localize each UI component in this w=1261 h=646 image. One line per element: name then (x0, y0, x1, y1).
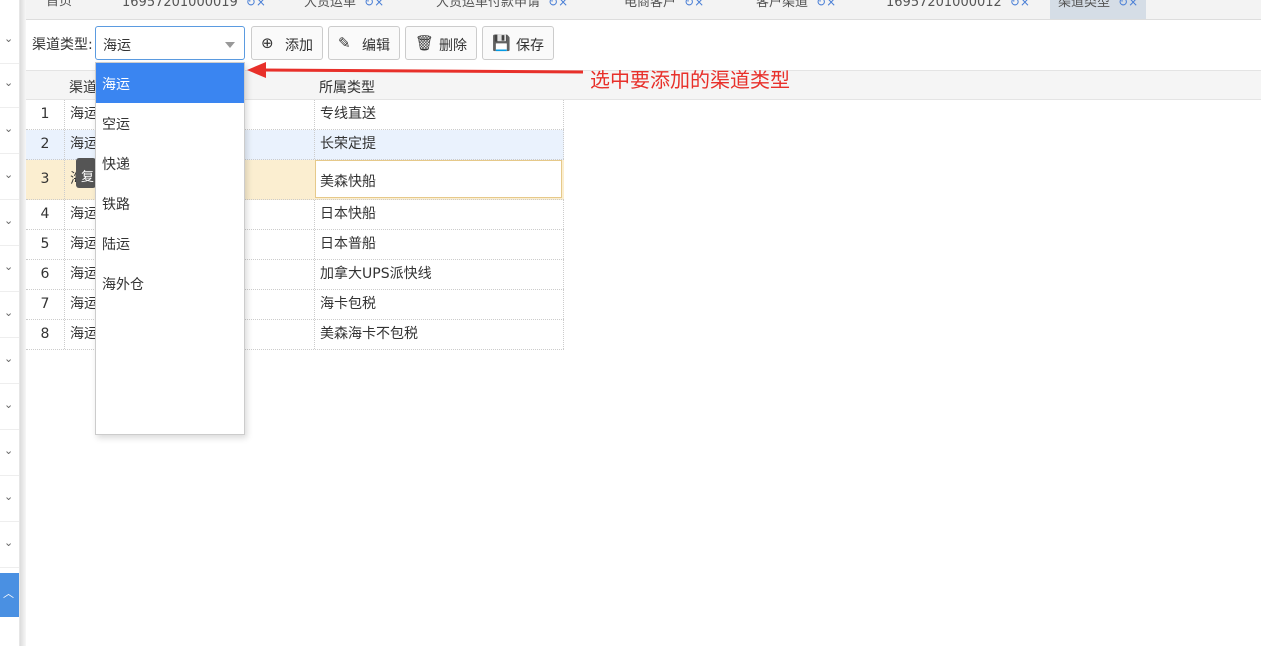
annotation-arrow (247, 62, 584, 78)
annotation-text: 选中要添加的渠道类型 (590, 68, 790, 92)
